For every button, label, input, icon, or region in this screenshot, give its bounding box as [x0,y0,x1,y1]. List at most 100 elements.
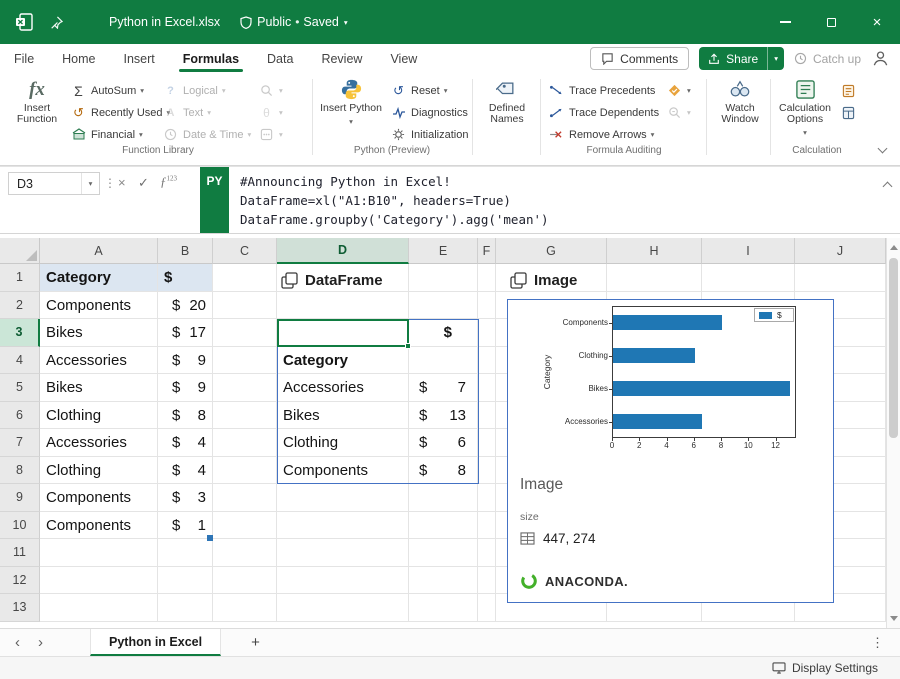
account-icon[interactable] [871,49,890,68]
tab-view[interactable]: View [376,44,431,73]
column-header-i[interactable]: I [702,238,795,264]
column-header-c[interactable]: C [213,238,277,264]
chevron-down-icon: ▾ [279,108,283,117]
formula-bar-drag-handle[interactable]: ⋮ [104,176,116,190]
display-settings-icon [772,662,786,674]
scroll-up-button[interactable] [887,240,900,255]
column-header-e[interactable]: E [409,238,478,264]
defined-names-button[interactable]: Defined Names [478,77,536,141]
status-bar: Display Settings [0,656,900,679]
catch-up-icon [794,52,807,65]
comments-button[interactable]: Comments [590,47,689,70]
reset-label: Reset [411,85,440,97]
diagnostics-button[interactable]: Diagnostics [390,102,468,123]
title-bar: Python in Excel.xlsx Public • Saved ▾ × [0,0,900,44]
maximize-button[interactable] [808,0,854,44]
error-checking-button[interactable]: ▾ [666,80,691,101]
comment-icon [601,52,614,65]
trace-precedents-button[interactable]: Trace Precedents [548,80,655,101]
column-header-j[interactable]: J [795,238,886,264]
reset-icon: ↺ [390,83,407,99]
insert-function-button[interactable]: fx Insert Function [10,77,64,141]
calculation-options-button[interactable]: Calculation Options ▾ [776,77,834,141]
save-status-label: Saved [303,15,338,29]
column-header-d[interactable]: D [277,238,409,264]
pin-icon[interactable] [50,16,63,29]
chevron-down-icon: ▾ [344,18,348,27]
more-functions-button[interactable]: ▾ [258,124,283,145]
tab-data[interactable]: Data [253,44,307,73]
chevron-down-icon: ▾ [349,116,353,127]
group-calculation: Calculation [770,145,864,159]
privacy-badge[interactable]: Public [240,15,291,29]
autosum-button[interactable]: Σ AutoSum ▾ [70,80,144,101]
sheet-nav-right[interactable]: › [29,634,52,651]
tab-insert[interactable]: Insert [110,44,169,73]
name-box[interactable]: D3 ▾ [8,172,100,195]
watch-window-icon [729,77,751,101]
insert-python-button[interactable]: Insert Python ▾ [320,77,382,141]
initialization-button[interactable]: Initialization [390,124,468,145]
name-box-dropdown[interactable]: ▾ [81,173,99,194]
chevron-down-icon: ▾ [774,54,778,63]
column-header-f[interactable]: F [478,238,496,264]
column-header-a[interactable]: A [40,238,158,264]
logical-button[interactable]: ? Logical ▾ [162,80,226,101]
formula-bar-expand-button[interactable] [884,177,891,195]
catch-up-button[interactable]: Catch up [794,52,861,66]
share-button[interactable]: Share ▾ [699,47,784,70]
share-label: Share [726,52,758,66]
share-dropdown[interactable]: ▾ [768,47,784,70]
select-all-corner[interactable] [0,238,40,264]
lookup-reference-button[interactable]: ▾ [258,80,283,101]
text-button[interactable]: A Text ▾ [162,102,211,123]
tab-file[interactable]: File [0,44,48,73]
watch-window-button[interactable]: Watch Window [712,77,768,141]
save-status[interactable]: Saved ▾ [303,15,347,29]
display-settings-button[interactable]: Display Settings [772,661,878,675]
remove-arrows-icon [548,127,565,143]
sheet-nav-left[interactable]: ‹ [6,634,29,651]
chevron-up-icon [878,144,888,154]
column-header-b[interactable]: B [158,238,213,264]
sheet-tab-python-in-excel[interactable]: Python in Excel [90,629,221,656]
tab-formulas[interactable]: Formulas [169,44,253,73]
date-time-button[interactable]: Date & Time ▾ [162,124,251,145]
evaluate-formula-button[interactable]: ▾ [666,102,691,123]
worksheet-grid[interactable]: Category$Components$20Bikes$17Accessorie… [0,238,886,622]
tab-home[interactable]: Home [48,44,109,73]
trace-dependents-button[interactable]: Trace Dependents [548,102,659,123]
lookup-reference-icon [258,83,275,99]
calculate-now-button[interactable] [840,80,857,101]
python-cell-badge: PY [200,167,229,233]
confirm-entry-button[interactable]: ✓ [138,175,149,191]
column-header-h[interactable]: H [607,238,702,264]
chevron-down-icon: ▾ [279,86,283,95]
collapse-ribbon-button[interactable] [879,139,886,157]
share-icon [708,53,720,65]
close-button[interactable]: × [854,0,900,44]
code-line-1: #Announcing Python in Excel! [240,172,870,191]
cancel-entry-button[interactable]: × [118,175,126,190]
recently-used-icon: ↺ [70,105,87,121]
scroll-down-button[interactable] [887,611,900,626]
minimize-button[interactable] [762,0,808,44]
catch-up-label: Catch up [813,52,861,66]
sheet-tab-more-button[interactable]: ⋮ [871,635,884,651]
tab-review[interactable]: Review [307,44,376,73]
calculate-sheet-button[interactable] [840,102,857,123]
trace-dependents-icon [548,105,565,121]
calculate-now-icon [840,83,857,99]
calculate-sheet-icon [840,105,857,121]
recently-used-button[interactable]: ↺ Recently Used ▾ [70,102,170,123]
remove-arrows-button[interactable]: Remove Arrows ▾ [548,124,654,145]
insert-function-icon[interactable]: ƒ123 [160,174,177,190]
scrollbar-thumb[interactable] [889,258,898,438]
math-trig-button[interactable]: θ ▾ [258,102,283,123]
vertical-scrollbar[interactable] [886,238,900,628]
column-header-g[interactable]: G [496,238,607,264]
financial-button[interactable]: Financial ▾ [70,124,143,145]
formula-input[interactable]: #Announcing Python in Excel! DataFrame=x… [240,172,870,229]
add-sheet-button[interactable]: + [251,634,260,651]
reset-button[interactable]: ↺ Reset ▾ [390,80,448,101]
